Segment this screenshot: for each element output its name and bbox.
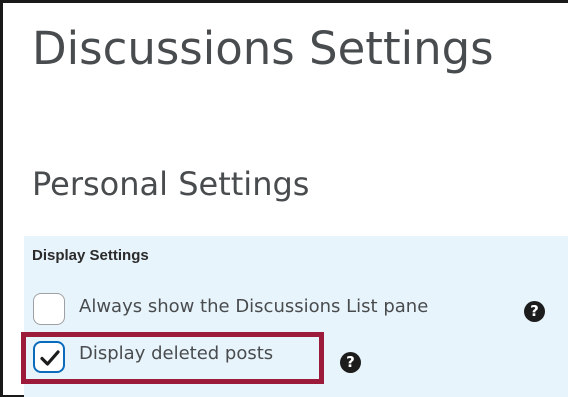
always-show-discussions-list-label[interactable]: Always show the Discussions List pane xyxy=(79,296,428,317)
always-show-discussions-list-checkbox[interactable] xyxy=(33,293,65,325)
section-title-personal-settings: Personal Settings xyxy=(32,165,310,203)
question-circle-icon[interactable]: ? xyxy=(524,301,545,322)
highlight-box xyxy=(21,332,324,384)
display-settings-label: Display Settings xyxy=(32,247,149,264)
question-circle-icon[interactable]: ? xyxy=(340,352,361,373)
page-title: Discussions Settings xyxy=(32,22,494,75)
